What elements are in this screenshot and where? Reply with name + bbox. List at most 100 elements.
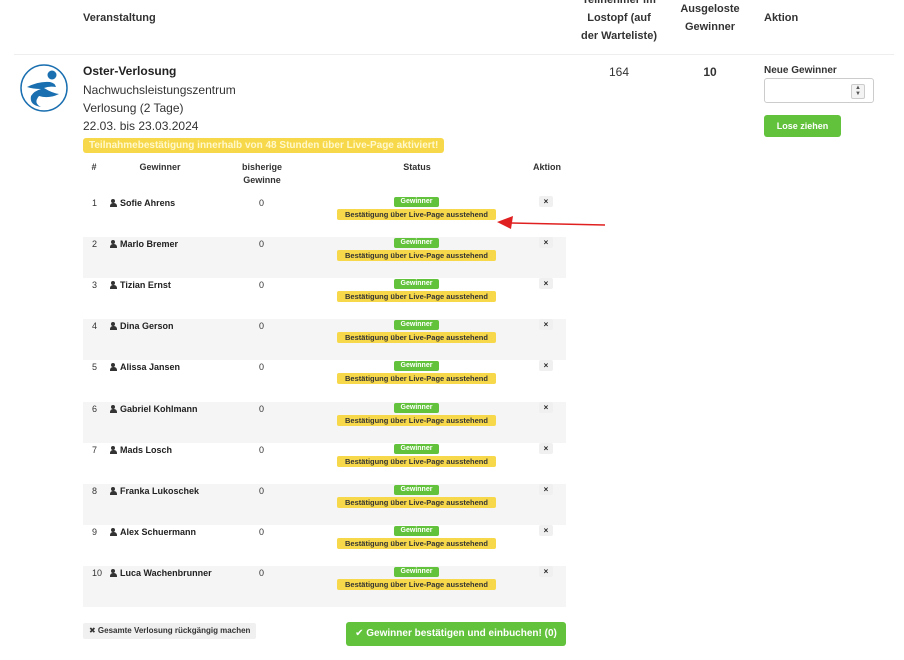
winner-name-text: Gabriel Kohlmann [120,403,198,414]
winner-name-text: Luca Wachenbrunner [120,567,212,578]
table-row: 8 Franka Lukoschek 0 Gewinner Bestätigung üb… [83,483,566,525]
table-row: 4 Dina Gerson 0 Gewinner Bestätigung über Li… [83,319,566,361]
row-number: 9 [92,526,98,537]
remove-winner-button[interactable]: × [539,483,553,495]
user-icon [110,322,117,331]
remove-winner-button[interactable]: × [539,278,553,290]
remove-winner-button[interactable]: × [539,196,553,207]
winner-name-text: Tizian Ernst [120,280,171,291]
winner-name: Mads Losch [110,444,220,457]
winner-name-text: Dina Gerson [120,321,174,332]
remove-winner-button[interactable]: × [539,524,553,536]
event-organizer: Nachwuchsleistungszentrum [83,83,236,97]
spinner-down-icon[interactable]: ▼ [852,91,864,97]
previous-wins: 0 [259,280,265,291]
status-pending-badge: Bestätigung über Live-Page ausstehend [337,291,496,303]
winner-name: Marlo Bremer [110,238,220,251]
col-num-header: # [91,162,97,172]
event-title: Oster-Verlosung [83,64,177,78]
col-action-header: Aktion [533,162,561,172]
previous-wins: 0 [259,321,265,332]
winner-name-text: Alex Schuermann [120,526,197,537]
header-veranstaltung: Veranstaltung [83,12,156,24]
col-status-header: Status [403,162,431,172]
status-winner-badge: Gewinner [394,361,439,372]
status-winner-badge: Gewinner [394,443,439,454]
winner-name: Luca Wachenbrunner [110,567,220,580]
user-icon [110,199,117,207]
winner-name: Sofie Ahrens [110,197,220,210]
table-row: 10 Luca Wachenbrunner 0 Gewinner Bestätigung… [83,565,566,607]
status-pending-badge: Bestätigung über Live-Page ausstehend [337,578,496,590]
winner-name: Tizian Ernst [110,279,220,292]
previous-wins: 0 [259,362,265,373]
remove-winner-button[interactable]: × [539,401,553,413]
number-spinner[interactable]: ▲ ▼ [851,84,865,99]
header-ausgeloste-line2: Gewinner [684,21,736,33]
remove-winner-button[interactable]: × [539,360,553,372]
status-winner-badge: Gewinner [394,484,439,495]
winner-name-text: Mads Losch [120,444,173,455]
table-row: 1 Sofie Ahrens 0 Gewinner Bestätigung über L… [83,196,566,237]
row-number: 1 [92,198,98,208]
row-number: 2 [92,239,98,250]
status-pending-badge: Bestätigung über Live-Page ausstehend [337,332,496,344]
status-winner-badge: Gewinner [394,525,439,536]
previous-wins: 0 [259,485,265,496]
header-ausgeloste-line1: Ausgeloste [680,3,740,15]
status-winner-badge: Gewinner [394,566,439,577]
user-icon [110,568,117,577]
user-icon [110,404,117,413]
row-number: 6 [92,403,98,414]
header-divider [14,54,894,55]
row-number: 7 [92,444,98,455]
undo-lottery-button[interactable]: ✖ Gesamte Verlosung rückgängig machen [83,623,257,639]
user-icon [110,363,117,372]
user-icon [110,445,117,454]
status-pending-badge: Bestätigung über Live-Page ausstehend [337,414,496,426]
row-number: 3 [92,280,98,291]
previous-wins: 0 [259,403,265,414]
previous-wins: 0 [259,567,265,578]
lose-ziehen-button[interactable]: Lose ziehen [764,115,841,137]
table-row: 5 Alissa Jansen 0 Gewinner Bestätigung über … [83,360,566,401]
winners-count: 10 [703,65,717,79]
winner-name: Dina Gerson [110,320,220,333]
neue-gewinner-input[interactable]: ▲ ▼ [764,78,874,103]
winner-name-text: Franka Lukoschek [120,485,200,496]
winner-name: Alex Schuermann [110,526,220,539]
winner-name: Franka Lukoschek [110,485,220,498]
remove-winner-button[interactable]: × [539,237,553,249]
event-dates: 22.03. bis 23.03.2024 [83,119,199,133]
winner-name-text: Sofie Ahrens [120,198,176,208]
user-icon [110,527,117,536]
status-pending-badge: Bestätigung über Live-Page ausstehend [337,496,496,508]
winner-name: Alissa Jansen [110,361,220,374]
status-pending-badge: Bestätigung über Live-Page ausstehend [337,537,496,549]
header-teilnehmer-line3: der Warteliste) [580,30,657,42]
status-pending-badge: Bestätigung über Live-Page ausstehend [337,209,496,220]
table-row: 3 Tizian Ernst 0 Gewinner Bestätigung über L… [83,278,566,319]
header-aktion: Aktion [764,12,799,24]
status-winner-badge: Gewinner [394,320,439,331]
row-number: 8 [92,485,98,496]
neue-gewinner-label: Neue Gewinner [764,65,837,76]
remove-winner-button[interactable]: × [539,442,553,454]
remove-winner-button[interactable]: × [539,319,553,331]
table-row: 2 Marlo Bremer 0 Gewinner Bestätigung über L… [83,237,566,279]
previous-wins: 0 [259,444,265,455]
winner-name-text: Alissa Jansen [120,362,181,373]
confirm-winners-button[interactable]: ✔ Gewinner bestätigen und einbuchen! (0) [346,622,566,646]
participants-count: 164 [608,65,630,79]
user-icon [110,486,117,495]
remove-winner-button[interactable]: × [539,565,553,577]
red-arrow-annotation-icon [497,216,606,229]
col-prev-wins-line2: Gewinne [243,175,281,185]
status-pending-badge: Bestätigung über Live-Page ausstehend [337,455,496,467]
header-ausgeloste: Ausgeloste Gewinner [672,0,748,36]
user-icon [110,240,117,249]
status-pending-badge: Bestätigung über Live-Page ausstehend [337,373,496,385]
club-logo-icon [20,64,68,112]
table-row: 9 Alex Schuermann 0 Gewinner Bestätigung übe… [83,524,566,566]
row-number: 5 [92,362,98,373]
